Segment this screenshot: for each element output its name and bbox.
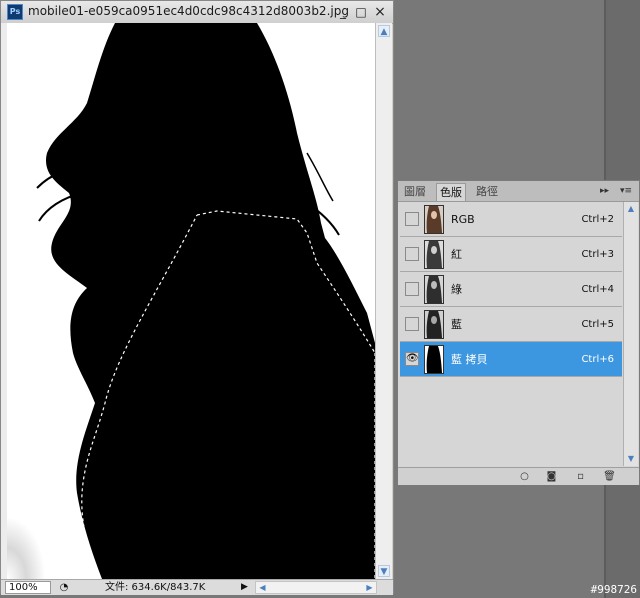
channel-row-green[interactable]: 綠 Ctrl+4: [400, 272, 622, 307]
scroll-up-icon[interactable]: ▲: [378, 25, 390, 37]
channel-shortcut: Ctrl+3: [581, 249, 614, 260]
channel-row-red[interactable]: 紅 Ctrl+3: [400, 237, 622, 272]
tab-layers[interactable]: 圖層: [401, 183, 429, 201]
trash-icon[interactable]: 🗑: [603, 470, 616, 483]
document-window[interactable]: Ps mobile01-e059ca0951ec4d0cdc98c4312d80…: [0, 0, 394, 595]
channel-shortcut: Ctrl+2: [581, 214, 614, 225]
new-channel-icon[interactable]: ▫: [574, 470, 587, 483]
panel-menu-icon[interactable]: ▾≡: [620, 184, 632, 198]
channel-name: 綠: [451, 283, 462, 296]
minimize-button[interactable]: _: [335, 4, 351, 20]
channel-shortcut: Ctrl+6: [581, 354, 614, 365]
channel-thumbnail: [424, 240, 444, 269]
channel-name: RGB: [451, 213, 475, 226]
silhouette-image: [7, 23, 375, 579]
channel-name: 紅: [451, 248, 462, 261]
channel-thumbnail: [424, 205, 444, 234]
eye-icon[interactable]: 👁: [405, 352, 419, 366]
panel-header: 圖層 色版 路徑 ▸▸ ▾≡: [398, 181, 639, 202]
document-title: mobile01-e059ca0951ec4d0cdc98c4312d8003b…: [28, 4, 349, 18]
document-titlebar[interactable]: Ps mobile01-e059ca0951ec4d0cdc98c4312d80…: [1, 1, 393, 24]
tab-channels[interactable]: 色版: [436, 183, 466, 201]
scroll-down-icon[interactable]: ▼: [625, 453, 637, 465]
image-canvas[interactable]: [7, 23, 375, 579]
visibility-toggle[interactable]: [405, 247, 419, 261]
save-selection-icon[interactable]: ◙: [545, 470, 558, 483]
channel-thumbnail: [424, 345, 444, 374]
tab-paths[interactable]: 路徑: [473, 183, 501, 201]
zoom-field[interactable]: 100%: [5, 581, 51, 594]
visibility-toggle[interactable]: [405, 212, 419, 226]
status-menu-button[interactable]: ▶: [241, 581, 248, 594]
scroll-left-icon[interactable]: ◀: [257, 582, 268, 593]
channel-row-blue[interactable]: 藍 Ctrl+5: [400, 307, 622, 342]
visibility-toggle[interactable]: [405, 282, 419, 296]
watermark: #998726: [590, 583, 637, 596]
channel-name: 藍: [451, 318, 462, 331]
scroll-right-icon[interactable]: ▶: [364, 582, 375, 593]
load-selection-icon[interactable]: ○: [518, 470, 531, 483]
channel-thumbnail: [424, 310, 444, 339]
channel-row-rgb[interactable]: RGB Ctrl+2: [400, 202, 622, 237]
scroll-down-icon[interactable]: ▼: [378, 565, 390, 577]
document-size: 文件: 634.6K/843.7K: [105, 582, 206, 593]
zoom-options-icon[interactable]: ◔: [57, 581, 71, 594]
horizontal-scrollbar[interactable]: ◀ ▶: [255, 581, 377, 594]
restore-button[interactable]: □: [353, 4, 369, 20]
channel-name: 藍 拷貝: [451, 353, 488, 366]
panel-footer: ○ ◙ ▫ 🗑: [398, 467, 639, 485]
photoshop-icon: Ps: [7, 4, 23, 20]
channel-shortcut: Ctrl+5: [581, 319, 614, 330]
visibility-toggle[interactable]: [405, 317, 419, 331]
channels-panel[interactable]: 圖層 色版 路徑 ▸▸ ▾≡ RGB Ctrl+2 紅 Ctrl+3 綠 Ctr…: [397, 180, 640, 485]
scroll-up-icon[interactable]: ▲: [625, 203, 637, 215]
status-bar: 100% ◔ 文件: 634.6K/843.7K ▶ ◀ ▶: [1, 579, 393, 595]
channel-shortcut: Ctrl+4: [581, 284, 614, 295]
panel-expand-icon[interactable]: ▸▸: [600, 184, 609, 198]
close-button[interactable]: ×: [372, 4, 388, 20]
vertical-scrollbar[interactable]: ▲ ▼: [375, 23, 392, 579]
panel-scrollbar[interactable]: ▲ ▼: [623, 202, 638, 466]
channel-thumbnail: [424, 275, 444, 304]
channel-row-blue-copy[interactable]: 👁 藍 拷貝 Ctrl+6: [400, 342, 622, 377]
